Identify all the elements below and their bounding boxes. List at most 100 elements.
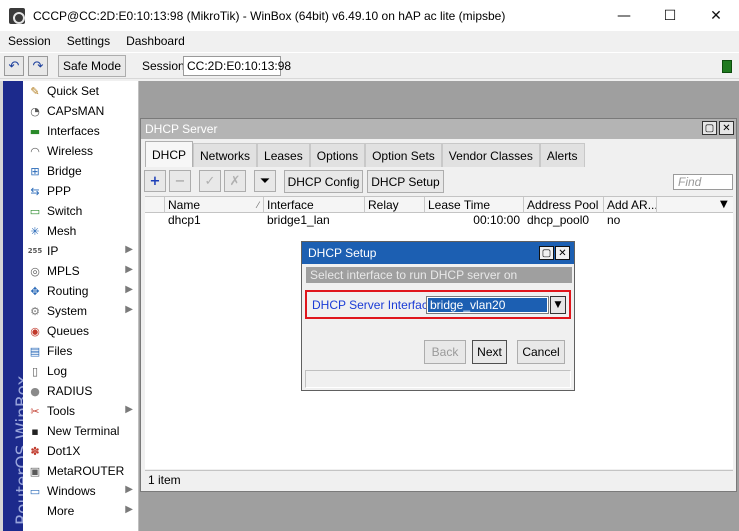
sidebar-item-metarouter[interactable]: ▣ MetaROUTER [23,461,139,481]
interfaces-icon: ▬ [29,124,41,138]
column-address-pool[interactable]: Address Pool [524,197,604,213]
files-icon: ▤ [29,344,41,358]
dhcp-config-button[interactable]: DHCP Config [284,170,363,193]
dialog-close-button[interactable]: ✕ [555,246,570,260]
sidebar-item-label: Mesh [47,224,77,238]
sidebar-item-switch[interactable]: ▭ Switch [23,201,139,221]
menu-session[interactable]: Session [0,34,59,48]
radius-icon: ● [30,384,40,398]
minimize-button[interactable]: — [601,0,647,31]
remove-button[interactable]: − [169,170,191,192]
dhcp-server-interface-select[interactable]: bridge_vlan20 [426,296,549,314]
menu-dashboard[interactable]: Dashboard [118,34,193,48]
add-button[interactable]: + [144,170,166,192]
system-icon: ⚙ [30,304,40,318]
sidebar-item-label: Wireless [47,144,94,158]
next-button[interactable]: Next [472,340,507,364]
column-lease-time[interactable]: Lease Time [425,197,524,213]
sidebar-item-ip[interactable]: 255 IP ▶ [23,241,139,261]
cancel-button[interactable]: Cancel [517,340,565,364]
submenu-arrow-icon: ▶ [125,264,133,275]
close-window-button[interactable]: ✕ [719,121,734,135]
back-button[interactable]: Back [424,340,466,364]
sidebar-item-new-terminal[interactable]: ▪ New Terminal [23,421,139,441]
sidebar-item-files[interactable]: ▤ Files [23,341,139,361]
tab-vendor-classes[interactable]: Vendor Classes [441,143,540,167]
sidebar-item-label: New Terminal [47,424,120,438]
ip-icon: 255 [27,247,43,255]
tab-dhcp[interactable]: DHCP [145,141,194,167]
plus-icon: + [149,173,161,189]
window-controls: — ☐ ✕ [601,0,739,31]
sidebar-item-windows[interactable]: ▭ Windows ▶ [23,481,139,501]
sidebar-item-capsman[interactable]: ◔ CAPsMAN [23,101,139,121]
selected-interface-value: bridge_vlan20 [428,298,547,312]
wireless-icon: ◠ [30,144,40,158]
minus-icon: − [174,173,186,189]
filter-button[interactable]: ⏷ [254,170,276,192]
sidebar-item-mesh[interactable]: ✳ Mesh [23,221,139,241]
switch-icon: ▭ [29,204,41,218]
mesh-icon: ✳ [30,224,40,238]
sidebar-item-label: Interfaces [47,124,100,138]
sidebar-item-bridge[interactable]: ⊞ Bridge [23,161,139,181]
redo-button[interactable]: ↷ [28,56,48,76]
column-selector[interactable] [145,197,165,213]
tab-leases[interactable]: Leases [257,143,310,167]
column-relay[interactable]: Relay [365,197,425,213]
sidebar-item-label: More [47,504,75,518]
sidebar-menu: ✎ Quick Set ◔ CAPsMAN ▬ Interfaces ◠ Wireless ⊞ B… [23,81,139,531]
sidebar-item-wireless[interactable]: ◠ Wireless [23,141,139,161]
sidebar-item-label: Quick Set [47,84,100,98]
cell-name: dhcp1 [168,213,201,227]
sidebar-item-more[interactable]: More ▶ [23,501,139,521]
dhcp-server-interface-label: DHCP Server Interface: [312,298,438,312]
sidebar-item-radius[interactable]: ● RADIUS [23,381,139,401]
filter-icon: ⏷ [259,173,271,189]
sidebar-item-system[interactable]: ⚙ System ▶ [23,301,139,321]
sidebar-item-label: System [47,304,88,318]
tab-alerts[interactable]: Alerts [539,143,585,167]
new-terminal-icon: ▪ [31,424,39,438]
tab-options[interactable]: Options [309,143,366,167]
undo-button[interactable]: ↶ [4,56,24,76]
log-icon: ▯ [31,364,39,378]
queues-icon: ◉ [30,324,40,338]
dropdown-arrow-icon[interactable]: ▼ [550,296,566,314]
find-input[interactable]: Find [673,174,733,190]
sidebar-item-queues[interactable]: ◉ Queues [23,321,139,341]
sidebar-item-interfaces[interactable]: ▬ Interfaces [23,121,139,141]
sidebar-item-dot1x[interactable]: ✽ Dot1X [23,441,139,461]
maximize-button[interactable]: ☐ [647,0,693,31]
metarouter-icon: ▣ [29,464,41,478]
sidebar-item-ppp[interactable]: ⇆ PPP [23,181,139,201]
safe-mode-button[interactable]: Safe Mode [58,55,126,77]
sidebar-item-log[interactable]: ▯ Log [23,361,139,381]
tab-networks[interactable]: Networks [193,143,258,167]
sidebar-item-label: IP [47,244,59,258]
session-field[interactable]: CC:2D:E0:10:13:98 [183,56,291,76]
menu-bar: Session Settings Dashboard [0,31,739,51]
sidebar-item-routing[interactable]: ✥ Routing ▶ [23,281,139,301]
close-button[interactable]: ✕ [693,0,739,31]
sidebar-item-tools[interactable]: ✂ Tools ▶ [23,401,139,421]
sidebar-item-label: CAPsMAN [47,104,105,118]
column-menu-dropdown-icon[interactable]: ▼ [717,197,733,213]
capsman-icon: ◔ [30,104,40,118]
sidebar-item-mpls[interactable]: ◎ MPLS ▶ [23,261,139,281]
enable-button[interactable]: ✓ [199,170,221,192]
submenu-arrow-icon: ▶ [125,244,133,255]
sidebar-item-quick-set[interactable]: ✎ Quick Set [23,81,139,101]
tab-option-sets[interactable]: Option Sets [365,143,442,167]
maximize-window-button[interactable]: ▢ [702,121,717,135]
column-add-arp[interactable]: Add AR... [604,197,657,213]
dhcp-setup-button[interactable]: DHCP Setup [367,170,444,193]
dialog-maximize-button[interactable]: ▢ [539,246,554,260]
table-row[interactable]: dhcp1 bridge1_lan 00:10:00 dhcp_pool0 no [145,213,733,228]
cell-lease-time: 00:10:00 [473,213,520,227]
undo-icon: ↶ [8,58,20,73]
column-name[interactable]: Name ⁄ [165,197,264,213]
disable-button[interactable]: ✗ [224,170,246,192]
column-interface[interactable]: Interface [264,197,365,213]
menu-settings[interactable]: Settings [59,34,118,48]
